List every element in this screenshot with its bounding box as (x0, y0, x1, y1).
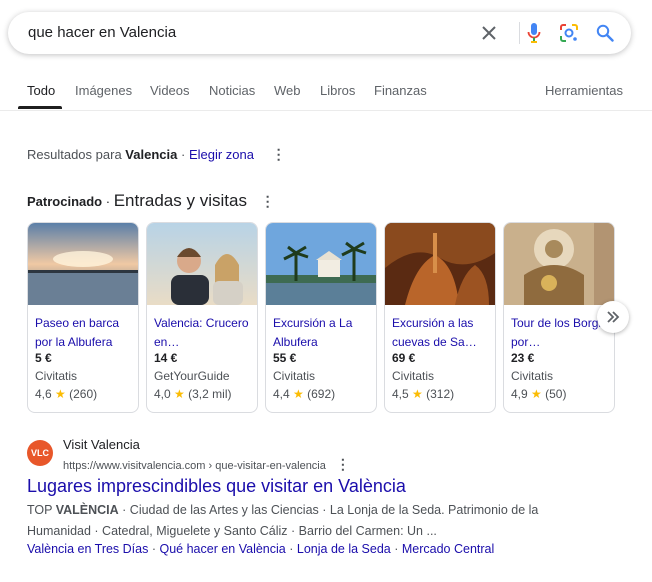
sitelink[interactable]: València en Tres Días (27, 542, 148, 556)
site-url[interactable]: https://www.visitvalencia.com › que-visi… (63, 456, 350, 473)
tools-button[interactable]: Herramientas (545, 83, 623, 98)
card-price: 14 € (154, 351, 178, 365)
sponsored-label: Patrocinado (27, 194, 103, 209)
card-vendor: GetYourGuide (154, 369, 230, 383)
mic-icon[interactable] (524, 23, 544, 43)
result-title-link[interactable]: Lugares imprescindibles que visitar en V… (27, 476, 406, 497)
card-photo (28, 223, 138, 305)
review-count: (692) (307, 387, 336, 401)
more-vert-icon[interactable]: ⋮ (261, 193, 275, 209)
tab-libros[interactable]: Libros (320, 83, 355, 98)
sitelink-sep: · (289, 542, 294, 556)
change-region-link[interactable]: Elegir zona (189, 147, 254, 162)
rating-value: 4,6 (35, 387, 52, 401)
sitelink[interactable]: Qué hacer en València (160, 542, 286, 556)
region-sep: · (180, 147, 186, 162)
sponsored-header: Patrocinado · Entradas y visitas ⋮ (27, 191, 275, 211)
tab-finanzas[interactable]: Finanzas (374, 83, 427, 98)
region-prefix: Resultados para (27, 147, 122, 162)
search-box[interactable]: que hacer en Valencia (8, 12, 631, 54)
tab-web[interactable]: Web (274, 83, 301, 98)
card-price: 69 € (392, 351, 416, 365)
card-rating: 4,9 ★ (50) (511, 387, 566, 401)
lens-icon[interactable] (559, 23, 579, 43)
sponsored-sep: · (105, 194, 111, 209)
chevron-right-icon (607, 311, 620, 323)
ticket-card[interactable]: Valencia: Crucero en… 14 € GetYourGuide … (146, 222, 258, 413)
card-title[interactable]: Tour de los Borgia por… (511, 314, 609, 352)
tab-noticias[interactable]: Noticias (209, 83, 255, 98)
site-favicon: VLC (27, 440, 53, 466)
search-tabs: Todo Imágenes Videos Noticias Web Libros… (0, 80, 652, 110)
sitelink[interactable]: Mercado Central (402, 542, 494, 556)
card-photo (504, 223, 614, 305)
card-rating: 4,6 ★ (260) (35, 387, 97, 401)
card-vendor: Civitatis (35, 369, 78, 383)
rating-value: 4,4 (273, 387, 290, 401)
review-count: (50) (545, 387, 567, 401)
review-count: (3,2 mil) (188, 387, 232, 401)
review-count: (260) (69, 387, 98, 401)
tab-videos[interactable]: Videos (150, 83, 190, 98)
card-photo (147, 223, 257, 305)
star-icon: ★ (531, 387, 542, 401)
star-icon: ★ (174, 387, 185, 401)
rating-value: 4,5 (392, 387, 409, 401)
card-price: 5 € (35, 351, 52, 365)
snippet-prefix: TOP (27, 503, 56, 517)
active-tab-indicator (18, 106, 62, 109)
sponsored-title: Entradas y visitas (113, 191, 247, 210)
rating-value: 4,0 (154, 387, 171, 401)
region-place: Valencia (125, 147, 178, 162)
card-price: 23 € (511, 351, 535, 365)
card-vendor: Civitatis (392, 369, 435, 383)
ticket-card[interactable]: Excursión a las cuevas de Sa… 69 € Civit… (384, 222, 496, 413)
clear-icon[interactable] (479, 23, 499, 43)
card-photo (385, 223, 495, 305)
region-line: Resultados para Valencia · Elegir zona ⋮ (27, 146, 286, 163)
card-rating: 4,5 ★ (312) (392, 387, 454, 401)
star-icon: ★ (412, 387, 423, 401)
card-vendor: Civitatis (273, 369, 316, 383)
card-title[interactable]: Paseo en barca por la Albufera (35, 314, 133, 352)
card-title[interactable]: Valencia: Crucero en… (154, 314, 252, 352)
site-url-text: https://www.visitvalencia.com › que-visi… (63, 460, 326, 472)
search-input[interactable]: que hacer en Valencia (28, 24, 176, 41)
star-icon: ★ (293, 387, 304, 401)
search-divider (519, 22, 520, 44)
snippet-highlight: VALÈNCIA (55, 503, 119, 517)
more-vert-icon[interactable]: ⋮ (272, 146, 286, 162)
card-rating: 4,0 ★ (3,2 mil) (154, 387, 231, 401)
more-vert-icon[interactable]: ⋮ (336, 456, 350, 472)
sitelink[interactable]: Lonja de la Seda (297, 542, 391, 556)
sitelinks: València en Tres Días · Qué hacer en Val… (27, 542, 494, 556)
card-photo (266, 223, 376, 305)
result-snippet: TOP VALÈNCIA · Ciudad de las Artes y las… (27, 500, 587, 542)
card-rating: 4,4 ★ (692) (273, 387, 335, 401)
carousel-next-button[interactable] (597, 301, 629, 333)
card-title[interactable]: Excursión a La Albufera (273, 314, 371, 352)
card-title[interactable]: Excursión a las cuevas de Sa… (392, 314, 490, 352)
tab-todo[interactable]: Todo (27, 83, 55, 98)
search-icon[interactable] (595, 23, 615, 43)
sitelink-sep: · (394, 542, 399, 556)
site-name[interactable]: Visit Valencia (63, 437, 140, 452)
card-vendor: Civitatis (511, 369, 554, 383)
card-price: 55 € (273, 351, 297, 365)
sitelink-sep: · (151, 542, 157, 556)
rating-value: 4,9 (511, 387, 528, 401)
tabs-divider (0, 110, 652, 111)
review-count: (312) (426, 387, 455, 401)
star-icon: ★ (55, 387, 66, 401)
ticket-card[interactable]: Paseo en barca por la Albufera 5 € Civit… (27, 222, 139, 413)
tab-imagenes[interactable]: Imágenes (75, 83, 132, 98)
ticket-card[interactable]: Excursión a La Albufera 55 € Civitatis 4… (265, 222, 377, 413)
